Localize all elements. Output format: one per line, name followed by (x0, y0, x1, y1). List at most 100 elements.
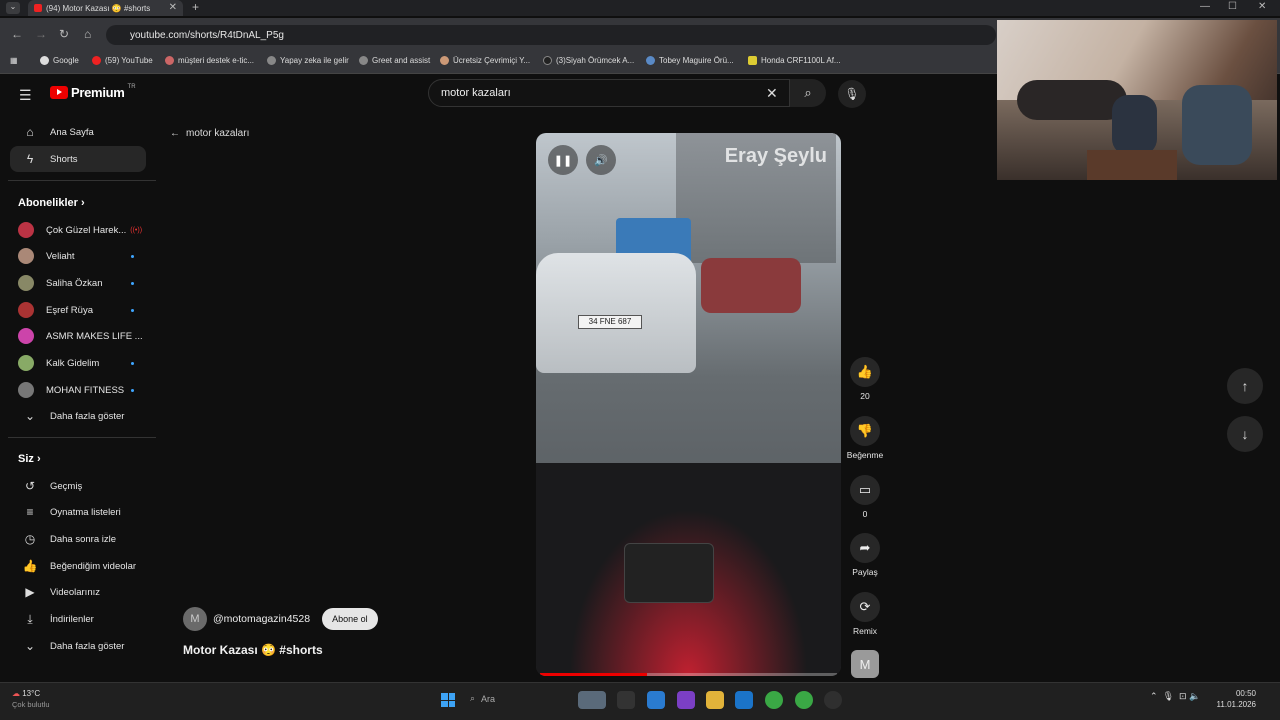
comment-count: 0 (862, 509, 868, 519)
start-button[interactable] (441, 693, 455, 707)
sidebar-item-watch-later[interactable]: ◷ Daha sonra izle (10, 526, 146, 552)
address-bar[interactable]: youtube.com/shorts/R4tDnAL_P5g (106, 25, 996, 45)
channel-avatar[interactable]: M (183, 607, 207, 631)
progress-bar[interactable] (540, 673, 647, 676)
bookmark-item[interactable]: (59) YouTube (92, 56, 153, 65)
subscribe-button[interactable]: Abone ol (322, 608, 378, 630)
new-content-dot (131, 388, 134, 392)
subscriptions-heading[interactable]: Abonelikler › (18, 197, 85, 209)
forward-icon[interactable]: → (35, 27, 47, 41)
edge-icon[interactable] (647, 691, 665, 709)
chevron-up-icon: ⌃ (1150, 691, 1158, 701)
bookmark-item[interactable]: müşteri destek e-tic... (165, 56, 254, 65)
logo-text: Premium (71, 85, 125, 100)
sidebar-item-subscription[interactable]: Çok Güzel Harek... ((•)) (10, 217, 146, 243)
minimize-icon[interactable]: — (1200, 1, 1210, 12)
sidebar-item-subscription[interactable]: Kalk Gidelim (10, 350, 146, 376)
new-tab-button[interactable]: + (192, 0, 199, 14)
clock[interactable]: 00:50 11.01.2026 (1217, 688, 1256, 710)
dislike-button[interactable]: 👎 (850, 416, 880, 446)
share-button[interactable]: ➦ (850, 533, 880, 563)
maximize-icon[interactable]: ☐ (1228, 1, 1237, 12)
bookmark-item[interactable]: Honda CRF1100L Af... (748, 56, 841, 65)
sound-channel-avatar[interactable]: M (851, 650, 879, 678)
sidebar-item-subscription[interactable]: Veliaht (10, 243, 146, 269)
remix-button[interactable]: ⟳ (850, 592, 880, 622)
voice-search-button[interactable]: 🎙 (838, 80, 866, 108)
next-short-button[interactable]: ↓ (1227, 416, 1263, 452)
chrome-icon[interactable] (765, 691, 783, 709)
sidebar-item-history[interactable]: ↺ Geçmiş (10, 473, 146, 499)
new-content-dot (131, 361, 134, 365)
bookmark-item[interactable]: Tobey Maguire Örü... (646, 56, 734, 65)
tiktok-icon (543, 56, 552, 65)
sidebar-item-playlists[interactable]: ≡ Oynatma listeleri (10, 499, 146, 525)
apps-icon[interactable]: ▦ (10, 56, 18, 65)
close-tab-icon[interactable]: ✕ (169, 2, 177, 13)
page-icon (646, 56, 655, 65)
sidebar-item-downloads[interactable]: ⤓ İndirilenler (10, 606, 146, 632)
store-icon[interactable] (677, 691, 695, 709)
sidebar-item-home[interactable]: ⌂ Ana Sayfa (10, 119, 146, 145)
sidebar-item-subscription[interactable]: Eşref Rüya (10, 297, 146, 323)
thumbs-up-icon: 👍 (22, 559, 38, 573)
country-code: TR (127, 83, 136, 90)
youtube-icon (92, 56, 101, 65)
sidebar-item-liked[interactable]: 👍 Beğendiğim videolar (10, 553, 146, 579)
video-frame-car (701, 258, 801, 313)
s-icon (748, 56, 757, 65)
back-icon[interactable]: ← (11, 27, 23, 41)
tab-title: (94) Motor Kazası 😳 #shorts (46, 3, 151, 13)
bookmark-item[interactable]: Ücretsiz Çevrimiçi Y... (440, 56, 530, 65)
avatar (18, 302, 34, 318)
tab-search-button[interactable]: ⌄ (6, 2, 20, 14)
search-input[interactable]: motor kazaları (428, 79, 790, 107)
clear-search-icon[interactable]: ✕ (766, 85, 778, 102)
share-action: ➦ Paylaş (845, 533, 885, 577)
youtube-logo[interactable]: Premium TR (50, 83, 136, 100)
globe-icon (267, 56, 276, 65)
thumbs-down-icon: 👎 (856, 423, 874, 438)
taskbar-search[interactable]: ⌕ Ara (470, 693, 495, 704)
sidebar-item-label: Shorts (50, 153, 78, 165)
microphone-icon: 🎙 (844, 87, 860, 101)
sidebar-item-your-videos[interactable]: ▶ Videolarınız (10, 579, 146, 605)
sidebar-item-subscription[interactable]: MOHAN FITNESS (10, 377, 146, 403)
comments-action: ▭ 0 (845, 475, 885, 519)
menu-icon[interactable]: ☰ (19, 87, 32, 104)
sidebar-item-label: Ana Sayfa (50, 126, 94, 138)
sidebar-item-subscription[interactable]: ASMR MAKES LIFE ... (10, 323, 146, 349)
pause-button[interactable]: ❚❚ (548, 145, 578, 175)
tab-active[interactable]: (94) Motor Kazası 😳 #shorts ✕ (28, 0, 183, 16)
you-heading[interactable]: Siz › (18, 453, 41, 465)
reload-icon[interactable]: ↻ (59, 27, 69, 41)
bookmark-item[interactable]: Greet and assist (359, 56, 430, 65)
task-view-icon[interactable] (617, 691, 635, 709)
channel-name[interactable]: @motomagazin4528 (213, 613, 310, 625)
previous-short-button[interactable]: ↑ (1227, 368, 1263, 404)
sidebar-item-show-more[interactable]: ⌄ Daha fazla göster (10, 633, 146, 659)
back-to-search[interactable]: ← motor kazaları (170, 128, 249, 139)
file-explorer-icon[interactable] (706, 691, 724, 709)
outlook-icon[interactable] (735, 691, 753, 709)
bookmark-item[interactable]: Yapay zeka ile gelir (267, 56, 349, 65)
like-button[interactable]: 👍 (850, 357, 880, 387)
home-icon[interactable]: ⌂ (84, 27, 91, 41)
close-window-icon[interactable]: ✕ (1258, 1, 1266, 12)
sidebar-item-subscription[interactable]: Saliha Özkan (10, 270, 146, 296)
volume-button[interactable]: 🔊 (586, 145, 616, 175)
shop-icon (165, 56, 174, 65)
shorts-video-player[interactable]: 34 FNE 687 ❚❚ 🔊 Eray Şeylu (536, 133, 841, 676)
bookmark-item[interactable]: Google (40, 56, 79, 65)
chrome-icon[interactable] (795, 691, 813, 709)
widget-icon[interactable] (578, 691, 606, 709)
search-button[interactable]: ⌕ (790, 79, 826, 107)
sidebar-item-show-more[interactable]: ⌄ Daha fazla göster (10, 403, 146, 429)
comments-button[interactable]: ▭ (850, 475, 880, 505)
app-icon[interactable] (824, 691, 842, 709)
bookmark-item[interactable]: (3)Siyah Örümcek A... (543, 56, 634, 65)
weather-widget[interactable]: ☁ 13°C Çok bulutlu (12, 689, 50, 709)
system-tray[interactable]: ⌃ 🎙 ⊡ 🔈 (1150, 691, 1200, 702)
sidebar-item-shorts[interactable]: ϟ Shorts (10, 146, 146, 172)
tab-strip: ⌄ (94) Motor Kazası 😳 #shorts ✕ + — ☐ ✕ (0, 0, 1280, 16)
